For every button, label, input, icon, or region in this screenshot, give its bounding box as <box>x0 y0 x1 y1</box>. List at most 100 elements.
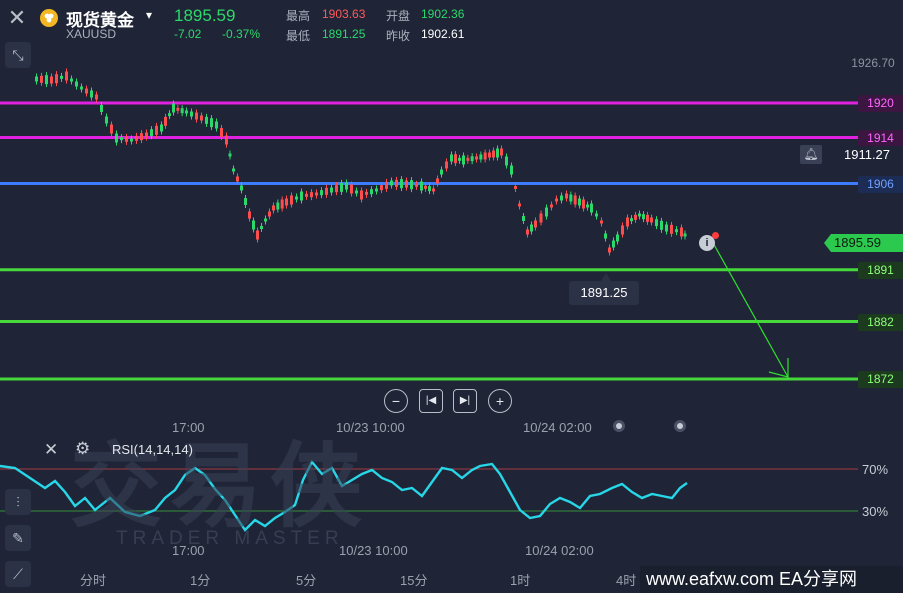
candle-body <box>424 185 427 189</box>
candle-body <box>390 180 393 186</box>
candle-body <box>582 199 585 209</box>
zoom-out-icon[interactable]: − <box>384 389 408 413</box>
candle-body <box>586 204 589 208</box>
candle-body <box>638 213 641 217</box>
candle-body <box>85 88 88 94</box>
candle-body <box>595 213 598 217</box>
candle-body <box>462 155 465 165</box>
candle-body <box>135 135 138 141</box>
candle-body <box>395 179 398 187</box>
candle-body <box>40 75 43 83</box>
candle-body <box>514 186 517 189</box>
candle-body <box>454 154 457 164</box>
candle-body <box>295 196 298 200</box>
time-label: 17:00 <box>172 543 205 558</box>
step-forward-icon[interactable]: ▶| <box>453 389 477 413</box>
candle-body <box>530 224 533 232</box>
close-indicator-icon[interactable]: ✕ <box>44 440 58 460</box>
forecast-arrow-line <box>711 240 789 378</box>
candle-body <box>130 138 133 142</box>
candle-body <box>220 128 223 137</box>
timeframe-tab[interactable]: 15分 <box>400 570 427 589</box>
timeframe-tab[interactable]: 1时 <box>510 570 530 589</box>
candle-body <box>236 176 239 182</box>
candle-body <box>340 182 343 192</box>
candle-body <box>185 110 188 114</box>
candle-body <box>315 192 318 196</box>
candle-body <box>492 150 495 158</box>
candle-body <box>642 214 645 220</box>
candle-body <box>604 233 607 239</box>
candle-body <box>675 229 678 233</box>
candle-body <box>335 185 338 193</box>
timeframe-tab[interactable]: 分时 <box>80 570 106 589</box>
candle-body <box>350 184 353 194</box>
indicator-name: RSI(14,14,14) <box>112 442 193 457</box>
timeframe-tab[interactable]: 5分 <box>296 570 316 589</box>
watermark-text: TRADER MASTER <box>116 528 344 549</box>
low-marker-pointer <box>601 273 611 281</box>
time-label: 10/24 02:00 <box>523 420 592 435</box>
current-price-tag: 1895.59 <box>824 234 903 252</box>
candle-body <box>458 157 461 161</box>
candle-body <box>168 113 171 117</box>
candle-body <box>240 185 243 191</box>
candle-body <box>90 90 93 98</box>
candle-body <box>634 214 637 220</box>
candle-body <box>95 94 98 100</box>
candle-body <box>522 216 525 221</box>
bell-icon[interactable]: 🔔︎ <box>800 145 822 164</box>
candle-body <box>608 247 611 253</box>
candle-body <box>264 218 267 222</box>
candle-body <box>50 76 53 84</box>
trend-icon[interactable]: ⟋ <box>5 561 31 587</box>
time-label: 10/23 10:00 <box>339 543 408 558</box>
step-back-icon[interactable]: |◀ <box>419 389 443 413</box>
candle-body <box>539 213 543 223</box>
candle-body <box>479 154 483 160</box>
candle-body <box>496 148 499 158</box>
candle-body <box>210 118 213 128</box>
current-price-value: 1895.59 <box>834 235 881 250</box>
candle-body <box>370 189 373 195</box>
candle-body <box>272 205 275 211</box>
candle-body <box>176 107 180 111</box>
candle-body <box>550 204 553 208</box>
zoom-in-icon[interactable]: + <box>488 389 512 413</box>
candle-body <box>518 203 521 207</box>
candle-body <box>475 156 478 160</box>
candle-body <box>260 226 263 229</box>
timeframe-tab[interactable]: 1分 <box>190 570 210 589</box>
candle-body <box>483 152 487 160</box>
candle-body <box>55 74 58 84</box>
candle-body <box>268 211 271 217</box>
candle-body <box>125 136 128 142</box>
candle-body <box>256 230 259 240</box>
indicators-icon[interactable]: ⫶ <box>5 489 31 515</box>
candle-body <box>683 233 687 237</box>
candle-body <box>100 105 103 112</box>
candle-body <box>75 81 78 87</box>
candle-body <box>385 181 388 189</box>
candle-body <box>646 214 649 222</box>
settings-icon[interactable]: ⚙︎ <box>75 439 90 459</box>
rsi-upper-label: 70% <box>862 462 889 477</box>
candle-body <box>155 125 158 135</box>
candle-body <box>180 108 184 114</box>
low-marker: 1891.25 <box>569 281 639 305</box>
candle-body <box>380 185 383 191</box>
rsi-lower-label: 30% <box>862 504 889 519</box>
candle-body <box>145 132 148 138</box>
timeframe-tab[interactable]: 4时 <box>616 570 636 589</box>
time-label: 10/24 02:00 <box>525 543 594 558</box>
pen-icon[interactable]: ✎ <box>5 525 31 551</box>
candle-body <box>650 217 653 223</box>
candle-body <box>526 229 529 235</box>
candle-body <box>280 199 284 209</box>
candle-body <box>500 148 503 156</box>
candle-body <box>276 202 280 210</box>
candle-body <box>573 195 577 205</box>
candle-body <box>252 220 255 230</box>
candle-body <box>244 198 247 205</box>
level-label-1891: 1891 <box>858 261 903 279</box>
